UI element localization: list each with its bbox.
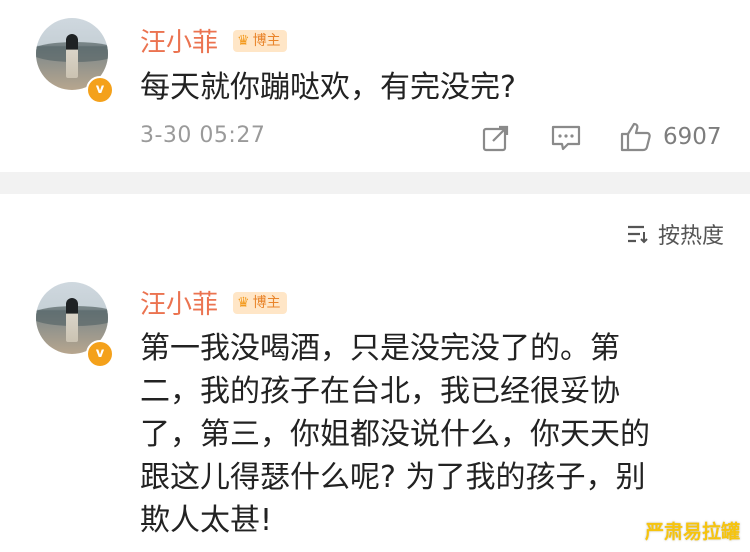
avatar-figure [66,298,78,342]
like-count: 6907 [663,124,722,150]
username[interactable]: 汪小菲 [140,284,218,321]
comment-text-line: 第一我没喝酒，只是没完没了的。第 [140,331,620,366]
section-divider [0,172,750,194]
comment-icon[interactable] [550,123,582,153]
watermark: 严肃易拉罐 [644,521,740,543]
blogger-badge-label: 博主 [252,33,281,49]
sort-icon [627,225,648,244]
comment-text: 每天就你蹦哒欢，有完没完? [140,70,516,105]
comment-time: 3-30 05:27 [140,123,266,148]
blogger-badge: ♛ 博主 [233,292,287,314]
verified-badge-icon: v [86,340,114,368]
share-icon[interactable] [481,123,511,153]
avatar-figure [66,34,78,78]
comment-1: v 汪小菲 ♛ 博主 每天就你蹦哒欢，有完没完? 3-30 05:27 6907 [0,0,750,172]
verified-badge-icon: v [86,76,114,104]
comment-text-line: 二，我的孩子在台北，我已经很妥协 [140,374,620,409]
blogger-badge-label: 博主 [252,295,281,311]
sort-label: 按热度 [657,224,724,249]
blogger-badge: ♛ 博主 [233,30,287,52]
comment-text-line: 欺人太甚! [140,503,273,538]
comment-2: v 汪小菲 ♛ 博主 第一我没喝酒，只是没完没了的。第 二，我的孩子在台北，我已… [0,272,750,552]
thumbs-up-icon[interactable] [619,121,653,153]
sort-by-hot-button[interactable]: 按热度 [624,218,724,250]
comment-text-line: 了，第三，你姐都没说什么，你天天的 [140,417,650,452]
username[interactable]: 汪小菲 [140,22,218,59]
crown-icon: ♛ [237,33,250,49]
crown-icon: ♛ [237,295,250,311]
comment-text-line: 跟这儿得瑟什么呢? 为了我的孩子，别 [140,460,646,495]
